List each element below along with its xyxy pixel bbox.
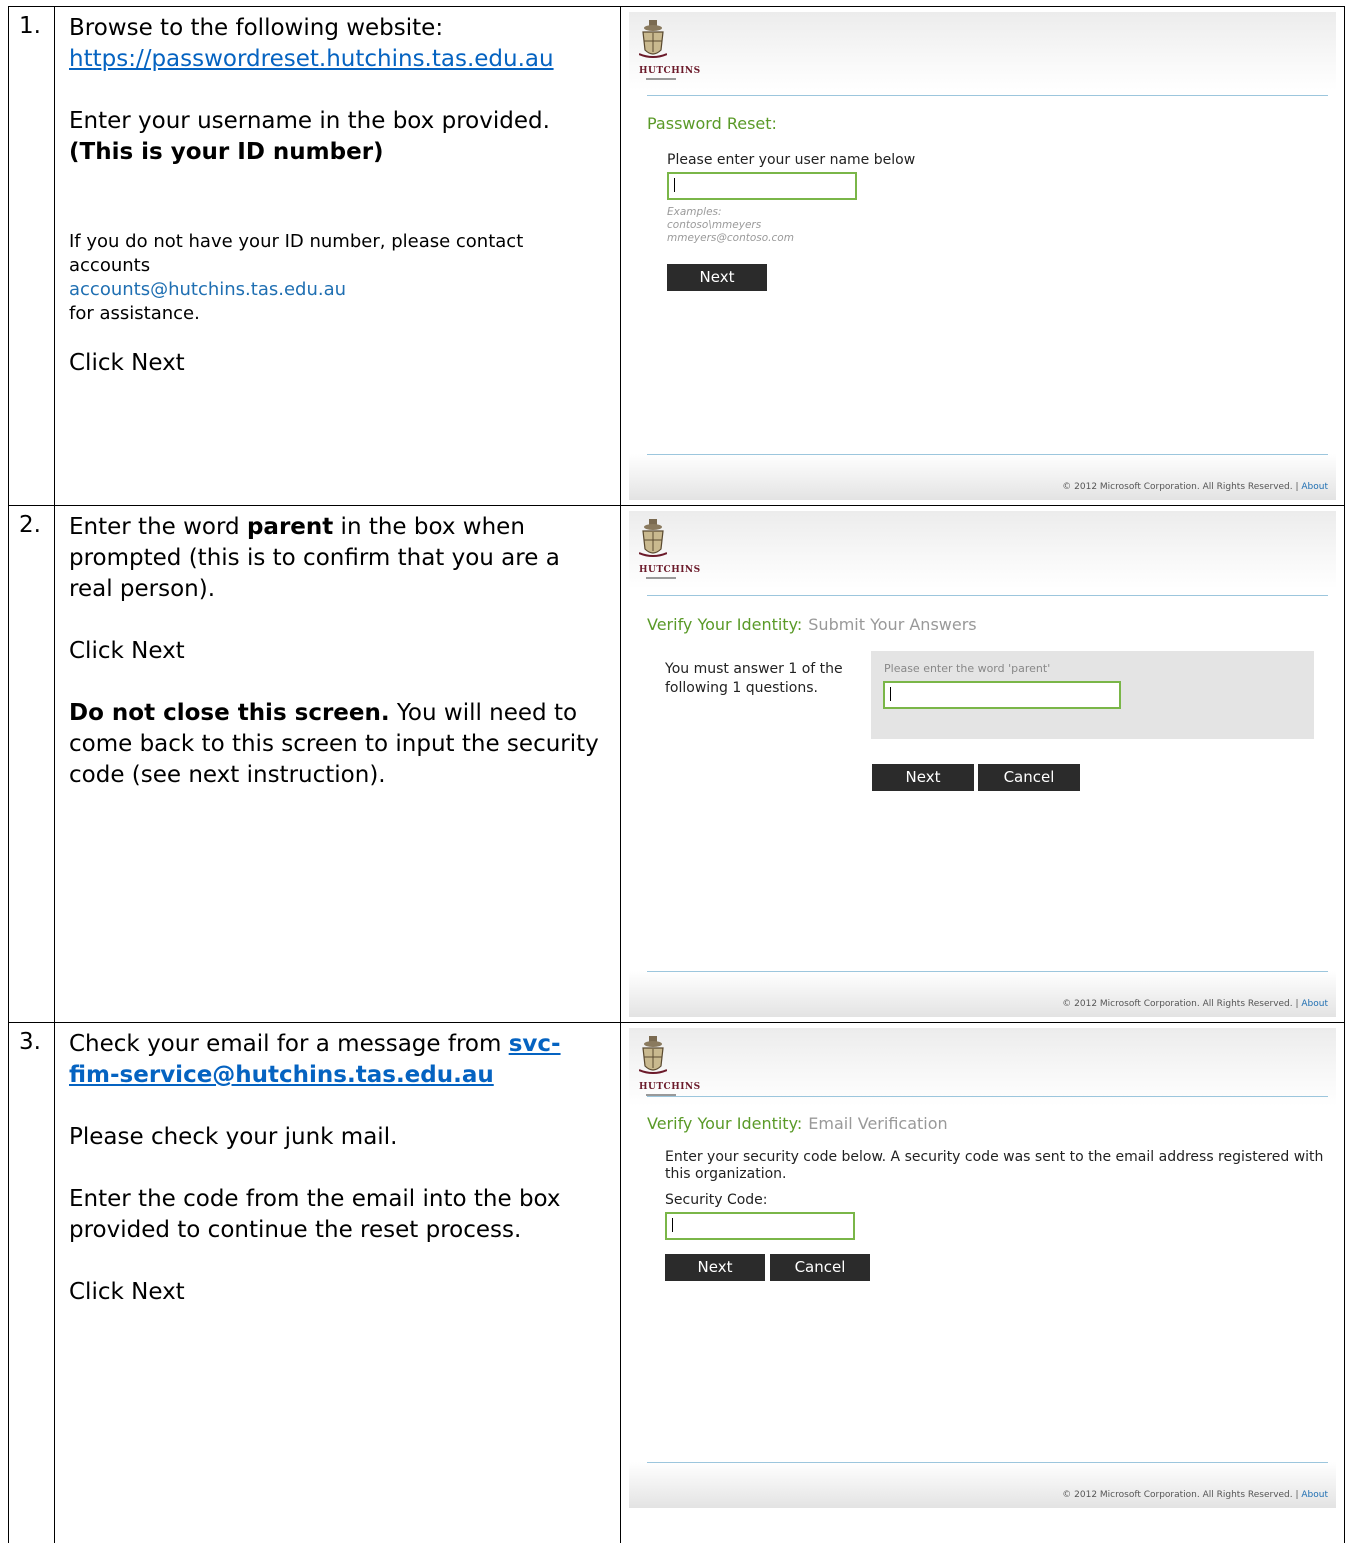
cancel-button[interactable]: Cancel <box>978 764 1080 791</box>
sender-email-link[interactable]: fim-service@hutchins.tas.edu.au <box>69 1062 494 1088</box>
question-label: Please enter the word 'parent' <box>884 662 1050 675</box>
step-text-bold: parent <box>247 514 333 540</box>
crest-icon <box>639 1036 667 1076</box>
page-title: Password Reset: <box>647 114 777 133</box>
warning-bold: Do not close this screen. <box>69 700 390 726</box>
hutchins-logo: HUTCHINS <box>639 519 683 583</box>
hutchins-logo: HUTCHINS <box>639 20 683 84</box>
step-text: Check your email for a message from <box>69 1031 509 1057</box>
username-label: Please enter your user name below <box>667 152 915 168</box>
screenshot-verify-answers: HUTCHINS Verify Your Identity:Submit You… <box>629 511 1336 1017</box>
security-code-input[interactable] <box>665 1212 855 1240</box>
crest-icon <box>639 20 667 60</box>
page-title: Verify Your Identity:Submit Your Answers <box>647 615 977 634</box>
help-text: If you do not have your ID number, pleas… <box>69 231 523 276</box>
about-link[interactable]: About <box>1301 482 1328 492</box>
page-header: HUTCHINS <box>629 511 1336 589</box>
step-number: 3. <box>9 1023 54 1055</box>
step-number: 2. <box>9 506 54 538</box>
instructions-table: 1. Browse to the following website: http… <box>8 6 1345 1543</box>
copyright-text: © 2012 Microsoft Corporation. All Rights… <box>1062 482 1301 492</box>
step-text-bold: (This is your ID number) <box>69 139 384 165</box>
help-text: for assistance. <box>69 302 608 326</box>
next-button[interactable]: Next <box>665 1254 765 1281</box>
copyright-text: © 2012 Microsoft Corporation. All Rights… <box>1062 999 1301 1009</box>
website-link[interactable]: https://passwordreset.hutchins.tas.edu.a… <box>69 46 554 72</box>
username-input[interactable] <box>667 172 857 200</box>
step-row: 2. Enter the word parent in the box when… <box>9 506 1345 1023</box>
screenshot-email-verification: HUTCHINS Verify Your Identity:Email Veri… <box>629 1028 1336 1508</box>
about-link[interactable]: About <box>1301 1490 1328 1500</box>
page-header: HUTCHINS <box>629 1028 1336 1106</box>
step-text: Enter the word <box>69 514 247 540</box>
step-text: Enter your username in the box provided. <box>69 106 608 137</box>
step-text: Please check your junk mail. <box>69 1122 608 1153</box>
examples-text: Examples: contoso\mmeyers mmeyers@contos… <box>667 206 794 245</box>
accounts-email[interactable]: accounts@hutchins.tas.edu.au <box>69 279 346 300</box>
security-code-label: Security Code: <box>665 1192 768 1208</box>
step-row: 3. Check your email for a message from s… <box>9 1023 1345 1543</box>
next-button[interactable]: Next <box>667 264 767 291</box>
crest-icon <box>639 519 667 559</box>
step-text: Browse to the following website: <box>69 13 608 44</box>
step-action: Click Next <box>69 348 608 379</box>
hutchins-logo: HUTCHINS <box>639 1036 683 1100</box>
step-text: Enter the code from the email into the b… <box>69 1184 608 1246</box>
screenshot-password-reset: HUTCHINS Password Reset: Please enter yo… <box>629 12 1336 500</box>
page-footer: © 2012 Microsoft Corporation. All Rights… <box>629 454 1336 500</box>
page-title: Verify Your Identity:Email Verification <box>647 1114 948 1133</box>
instruction-text: this organization. <box>665 1166 787 1182</box>
step-row: 1. Browse to the following website: http… <box>9 7 1345 506</box>
instruction-text: You must answer 1 of the <box>665 661 843 677</box>
page-header: HUTCHINS <box>629 12 1336 90</box>
cancel-button[interactable]: Cancel <box>770 1254 870 1281</box>
step-action: Click Next <box>69 636 608 667</box>
page-footer: © 2012 Microsoft Corporation. All Rights… <box>629 971 1336 1017</box>
sender-email-link[interactable]: svc- <box>509 1031 561 1057</box>
answer-input[interactable] <box>883 681 1121 709</box>
instruction-text: Enter your security code below. A securi… <box>665 1149 1323 1165</box>
copyright-text: © 2012 Microsoft Corporation. All Rights… <box>1062 1490 1301 1500</box>
step-action: Click Next <box>69 1277 608 1308</box>
page-footer: © 2012 Microsoft Corporation. All Rights… <box>629 1462 1336 1508</box>
about-link[interactable]: About <box>1301 999 1328 1009</box>
step-number: 1. <box>9 7 54 39</box>
next-button[interactable]: Next <box>872 764 974 791</box>
instruction-text: following 1 questions. <box>665 680 818 696</box>
